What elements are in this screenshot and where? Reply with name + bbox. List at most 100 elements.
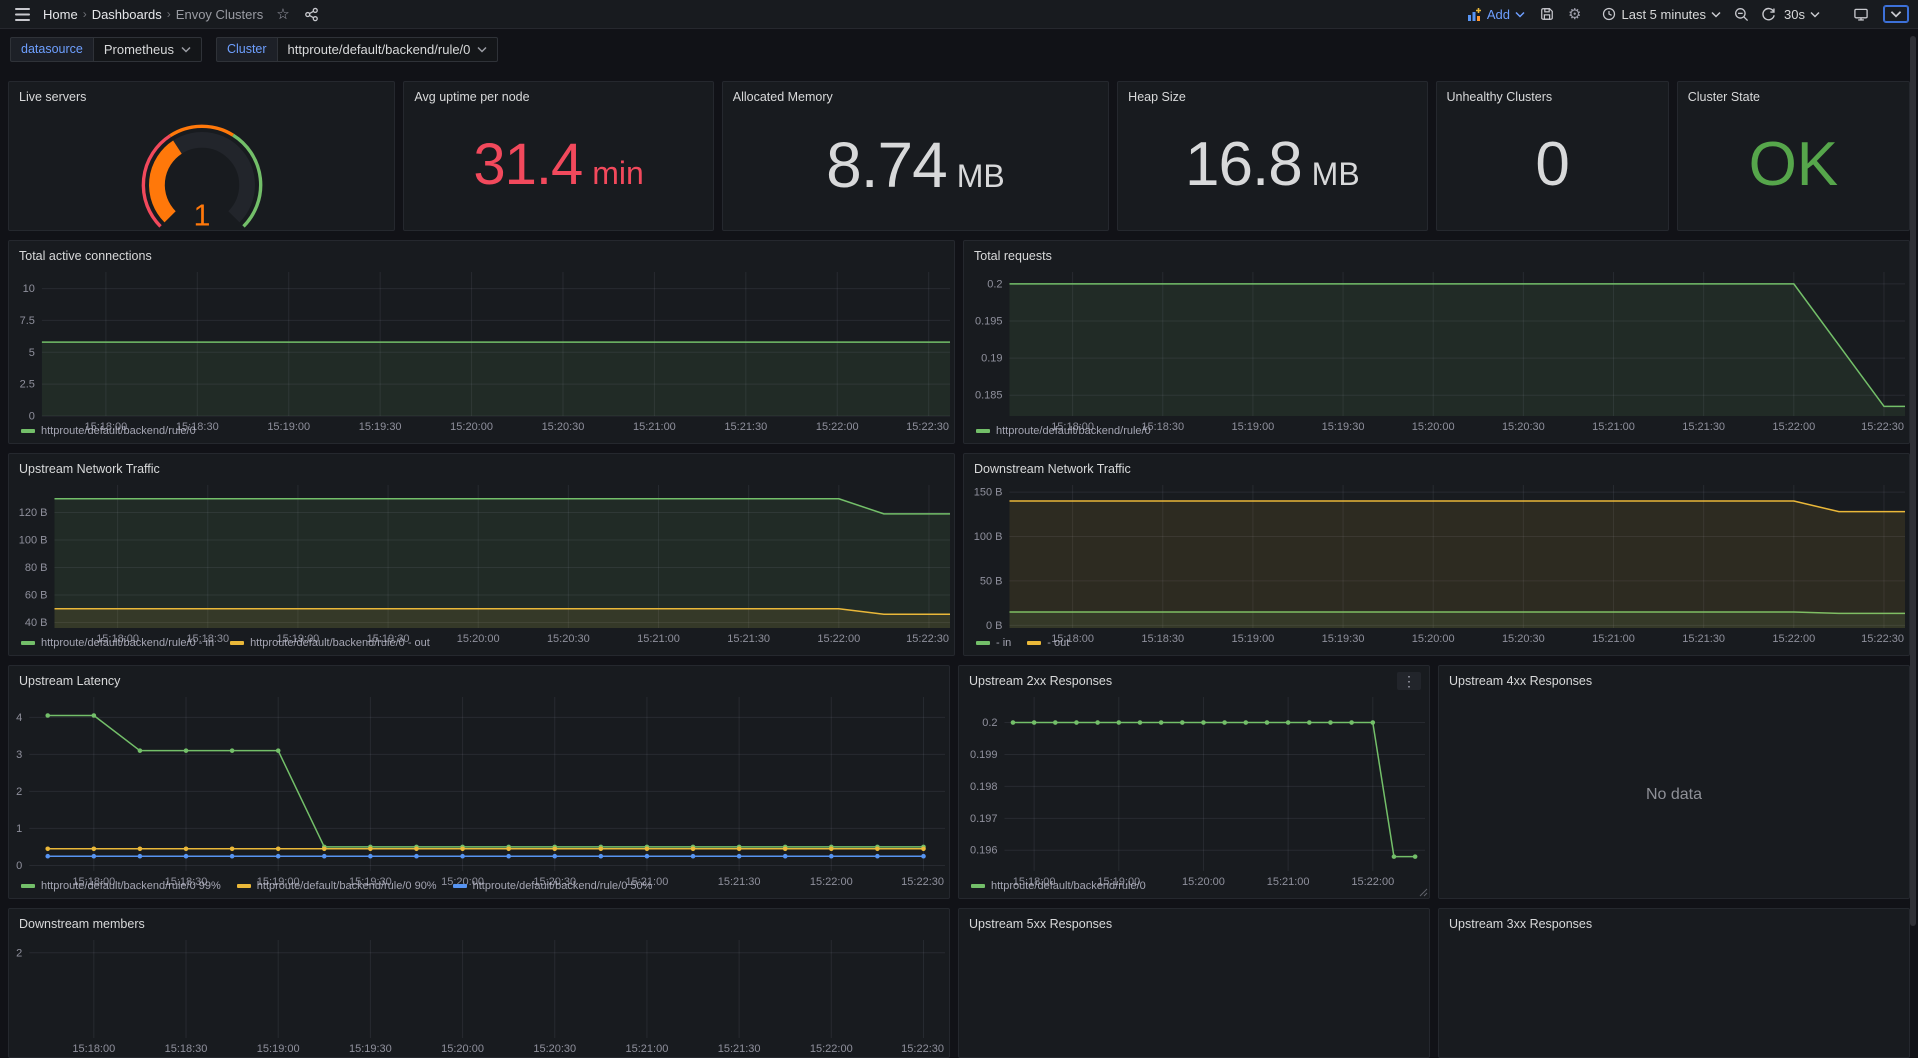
page-scrollbar[interactable]: [1910, 36, 1916, 926]
variable-datasource: datasource Prometheus: [10, 37, 202, 62]
save-dashboard-icon[interactable]: [1535, 4, 1559, 24]
add-panel-icon: [1468, 8, 1482, 21]
legend-series-color: [976, 641, 990, 645]
chevron-down-icon: [477, 46, 487, 53]
panel-title[interactable]: Total requests: [974, 249, 1052, 263]
legend-series-label: - in: [996, 637, 1011, 649]
panel-title[interactable]: Cluster State: [1688, 90, 1760, 104]
breadcrumb-dashboards[interactable]: Dashboards: [88, 5, 166, 24]
legend-item[interactable]: httproute/default/backend/rule/0: [976, 425, 1151, 437]
legend-series-label: httproute/default/backend/rule/0 90%: [257, 880, 437, 892]
grafana-dashboard: Home › Dashboards › Envoy Clusters ☆: [0, 0, 1918, 1058]
legend-item[interactable]: httproute/default/backend/rule/0 - in: [21, 637, 214, 649]
dashboard-settings-gear-icon[interactable]: ⚙: [1563, 2, 1586, 26]
share-icon[interactable]: [299, 4, 324, 25]
legend-item[interactable]: - in: [976, 637, 1011, 649]
panel-upstream-5xx-responses: Upstream 5xx Responses: [958, 908, 1430, 1058]
stat-value: 16.8MB: [1185, 134, 1360, 196]
svg-text:50 B: 50 B: [980, 575, 1003, 587]
legend-item[interactable]: httproute/default/backend/rule/0 - out: [230, 637, 430, 649]
panel-title[interactable]: Allocated Memory: [733, 90, 833, 104]
svg-text:120 B: 120 B: [19, 507, 48, 519]
svg-text:150 B: 150 B: [974, 487, 1003, 499]
svg-text:15:20:30: 15:20:30: [533, 1043, 576, 1055]
breadcrumb-home[interactable]: Home: [39, 5, 82, 24]
panel-menu-kebab-icon[interactable]: ⋮: [1397, 672, 1421, 690]
svg-text:15:21:00: 15:21:00: [626, 1043, 669, 1055]
time-series-chart[interactable]: 15:18:0015:18:3015:19:0015:19:3015:20:00…: [964, 480, 1909, 635]
time-series-chart[interactable]: 15:18:0015:18:3015:19:0015:19:3015:20:00…: [9, 692, 949, 878]
panel-title[interactable]: Unhealthy Clusters: [1447, 90, 1553, 104]
chart-legend: httproute/default/backend/rule/0: [964, 423, 1909, 443]
panel-title[interactable]: Upstream Network Traffic: [19, 462, 160, 476]
menu-toggle-icon[interactable]: [10, 5, 35, 24]
panel-title[interactable]: Avg uptime per node: [414, 90, 529, 104]
favorite-star-icon[interactable]: ☆: [271, 2, 294, 26]
panel-title[interactable]: Upstream 4xx Responses: [1449, 674, 1592, 688]
panel-title[interactable]: Heap Size: [1128, 90, 1186, 104]
variable-datasource-picker[interactable]: Prometheus: [93, 37, 202, 62]
collapse-topbar-chevron-button[interactable]: [1884, 6, 1908, 22]
svg-text:0.185: 0.185: [975, 390, 1003, 402]
panel-unhealthy-clusters: Unhealthy Clusters 0: [1436, 81, 1669, 231]
legend-series-label: httproute/default/backend/rule/0: [996, 425, 1151, 437]
panel-title[interactable]: Upstream Latency: [19, 674, 120, 688]
panel-heap-size: Heap Size 16.8MB: [1117, 81, 1427, 231]
gauge-value: 1: [193, 198, 210, 230]
panel-title[interactable]: Downstream members: [19, 917, 145, 931]
refresh-icon[interactable]: [1756, 4, 1781, 25]
legend-item[interactable]: httproute/default/backend/rule/0 99%: [21, 880, 221, 892]
time-series-chart[interactable]: 15:18:0015:18:3015:19:0015:19:3015:20:00…: [964, 267, 1909, 423]
stat-value: 31.4min: [473, 136, 643, 194]
legend-series-label: httproute/default/backend/rule/0: [991, 880, 1146, 892]
panel-title[interactable]: Total active connections: [19, 249, 152, 263]
legend-item[interactable]: - out: [1027, 637, 1069, 649]
legend-series-label: httproute/default/backend/rule/0 - in: [41, 637, 214, 649]
chevron-down-icon: [1810, 11, 1820, 18]
time-series-chart[interactable]: 15:18:0015:18:3015:19:0015:19:3015:20:00…: [9, 480, 954, 635]
chart-svg: 15:18:0015:18:3015:19:0015:19:3015:20:00…: [9, 267, 954, 435]
panel-upstream-3xx-responses: Upstream 3xx Responses: [1438, 908, 1910, 1058]
svg-text:0.19: 0.19: [981, 353, 1002, 365]
svg-text:3: 3: [16, 749, 22, 761]
time-series-chart[interactable]: 15:18:0015:19:0015:20:0015:21:0015:22:00…: [959, 692, 1429, 878]
legend-series-label: - out: [1047, 637, 1069, 649]
panel-resize-handle[interactable]: [1419, 888, 1428, 897]
time-series-chart[interactable]: 15:18:0015:18:3015:19:0015:19:3015:20:00…: [9, 935, 949, 1057]
chart-placeholder: [959, 935, 1429, 1057]
svg-text:15:18:30: 15:18:30: [165, 1043, 208, 1055]
panel-title[interactable]: Upstream 5xx Responses: [969, 917, 1112, 931]
chart-svg: 15:18:0015:18:3015:19:0015:19:3015:20:00…: [964, 480, 1909, 647]
add-button[interactable]: Add: [1462, 4, 1531, 25]
svg-text:60 B: 60 B: [25, 590, 48, 602]
chart-legend: httproute/default/backend/rule/0 - in htt…: [9, 635, 954, 655]
chart-legend: httproute/default/backend/rule/0: [9, 423, 954, 443]
time-series-chart[interactable]: 15:18:0015:18:3015:19:0015:19:3015:20:00…: [9, 267, 954, 423]
no-data-message: No data: [1439, 692, 1909, 898]
time-range-picker[interactable]: Last 5 minutes: [1596, 4, 1727, 25]
refresh-interval-dropdown[interactable]: 30s: [1783, 4, 1826, 25]
panel-title[interactable]: Upstream 2xx Responses: [969, 674, 1112, 688]
panel-total-active-connections: Total active connections 15:18:0015:18:3…: [8, 240, 955, 444]
chevron-down-icon: [1711, 11, 1721, 18]
legend-item[interactable]: httproute/default/backend/rule/0: [21, 425, 196, 437]
variable-cluster-value: httproute/default/backend/rule/0: [288, 42, 471, 57]
svg-text:2.5: 2.5: [20, 379, 35, 391]
top-nav: Home › Dashboards › Envoy Clusters ☆: [0, 0, 1918, 29]
variable-cluster-picker[interactable]: httproute/default/backend/rule/0: [277, 37, 499, 62]
zoom-out-time-icon[interactable]: [1729, 4, 1754, 25]
legend-item[interactable]: httproute/default/backend/rule/0: [971, 880, 1146, 892]
legend-item[interactable]: httproute/default/backend/rule/0 50%: [453, 880, 653, 892]
gauge: 1: [9, 108, 394, 230]
tv-mode-icon[interactable]: [1848, 4, 1874, 25]
panel-title[interactable]: Live servers: [19, 90, 86, 104]
panel-title[interactable]: Downstream Network Traffic: [974, 462, 1131, 476]
legend-item[interactable]: httproute/default/backend/rule/0 90%: [237, 880, 437, 892]
breadcrumb-current: Envoy Clusters: [172, 5, 267, 24]
panel-title[interactable]: Upstream 3xx Responses: [1449, 917, 1592, 931]
svg-text:100 B: 100 B: [974, 531, 1003, 543]
legend-series-label: httproute/default/backend/rule/0 - out: [250, 637, 430, 649]
chart-svg: 15:18:0015:18:3015:19:0015:19:3015:20:00…: [9, 480, 954, 647]
svg-text:1: 1: [16, 823, 22, 835]
chevron-down-icon: [1515, 11, 1525, 18]
